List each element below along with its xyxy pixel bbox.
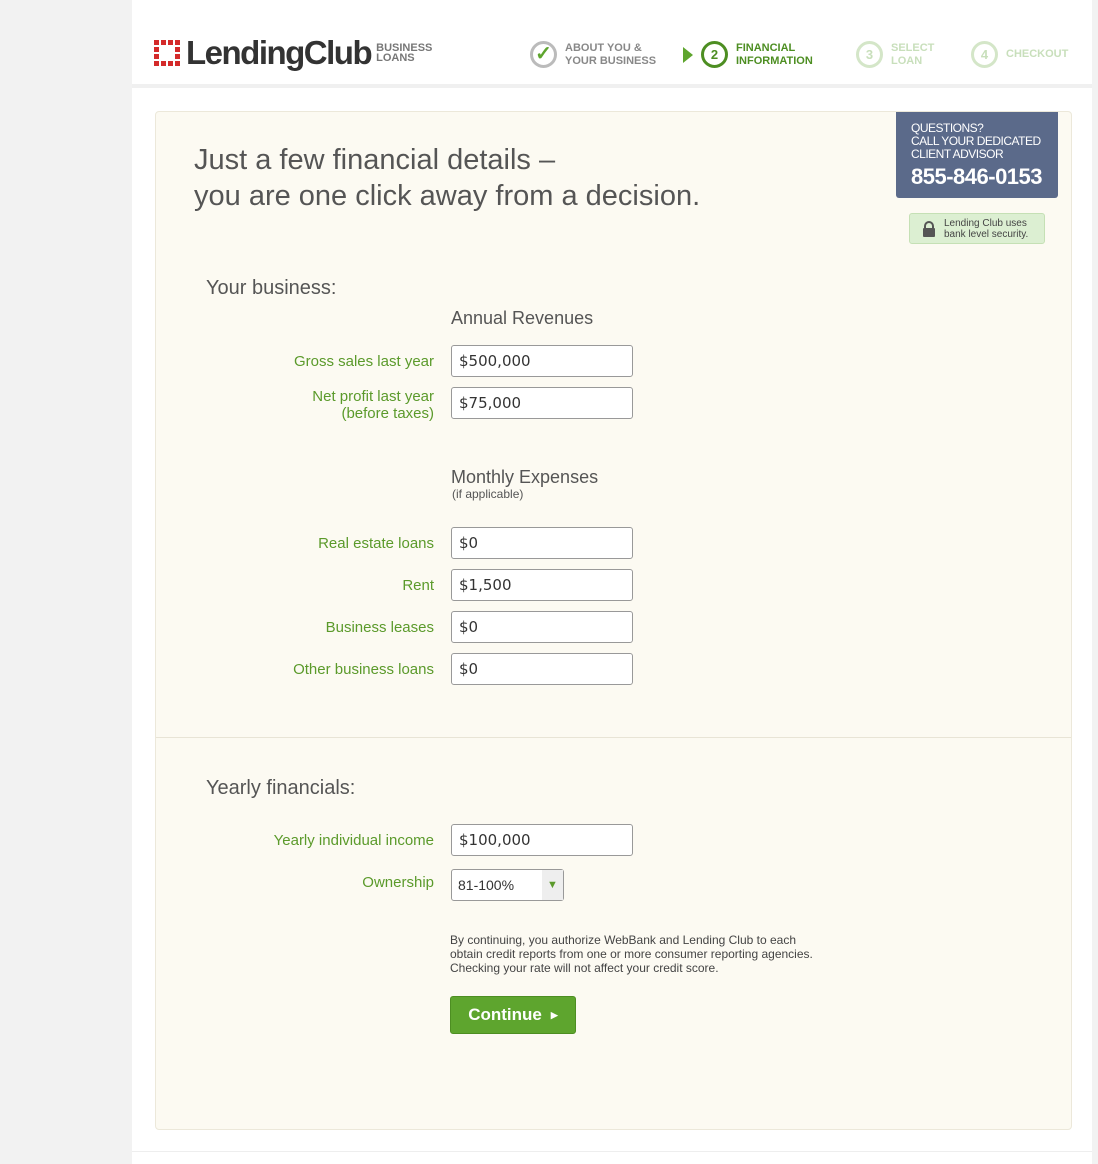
logo-grid-icon	[154, 40, 180, 66]
financial-form-panel: Just a few financial details – you are on…	[155, 111, 1072, 1130]
step-number: 4	[971, 41, 998, 68]
page: LendingClub BUSINESS LOANS ✓ ABOUT YOU & Y…	[132, 0, 1092, 1164]
chevron-down-icon: ▼	[542, 870, 563, 900]
business-leases-input[interactable]	[451, 611, 633, 643]
yearly-income-label: Yearly individual income	[273, 832, 434, 849]
check-icon: ✓	[530, 41, 557, 68]
step-about-you: ✓ ABOUT YOU & YOUR BUSINESS	[530, 41, 656, 68]
advisor-box: QUESTIONS? CALL YOUR DEDICATED CLIENT ADVI…	[896, 112, 1058, 198]
step-number: 2	[701, 41, 728, 68]
net-profit-input[interactable]	[451, 387, 633, 419]
ownership-label: Ownership	[362, 874, 434, 891]
business-leases-label: Business leases	[325, 619, 434, 636]
rent-label: Rent	[402, 577, 434, 594]
footer-divider	[132, 1151, 1092, 1152]
gross-sales-input[interactable]	[451, 345, 633, 377]
section-divider	[156, 737, 1071, 738]
page-title: Just a few financial details – you are on…	[194, 144, 701, 212]
step-select-loan: 3 SELECT LOAN	[856, 41, 934, 68]
real-estate-loans-input[interactable]	[451, 527, 633, 559]
logo-name: LendingClub	[186, 34, 373, 71]
advisor-phone[interactable]: 855-846-0153	[911, 164, 1043, 190]
step-financial-information: 2 FINANCIAL INFORMATION	[701, 41, 813, 68]
other-business-loans-label: Other business loans	[293, 661, 434, 678]
net-profit-label: Net profit last year (before taxes)	[312, 388, 434, 422]
step-number: 3	[856, 41, 883, 68]
arrow-right-icon: ▶	[550, 1009, 558, 1020]
logo-subtitle: BUSINESS LOANS	[376, 42, 433, 64]
header: LendingClub BUSINESS LOANS ✓ ABOUT YOU & Y…	[132, 0, 1092, 88]
expenses-note: (if applicable)	[452, 487, 524, 501]
lock-icon	[923, 220, 935, 237]
current-step-arrow-icon	[683, 47, 693, 63]
continue-button[interactable]: Continue ▶	[450, 996, 576, 1034]
rent-input[interactable]	[451, 569, 633, 601]
credit-authorization-text: By continuing, you authorize WebBank and…	[450, 933, 813, 975]
lendingclub-logo[interactable]: LendingClub BUSINESS LOANS	[154, 34, 432, 72]
monthly-expenses-heading: Monthly Expenses	[451, 467, 599, 487]
security-badge: Lending Club uses bank level security.	[909, 213, 1045, 244]
yearly-income-input[interactable]	[451, 824, 633, 856]
section-title-business: Your business:	[206, 277, 337, 299]
section-title-yearly: Yearly financials:	[206, 777, 356, 799]
step-checkout: 4 CHECKOUT	[971, 41, 1068, 68]
real-estate-loans-label: Real estate loans	[318, 535, 434, 552]
gross-sales-label: Gross sales last year	[293, 353, 434, 370]
annual-revenues-heading: Annual Revenues	[451, 308, 594, 328]
other-business-loans-input[interactable]	[451, 653, 633, 685]
ownership-select[interactable]: 81-100% ▼	[451, 869, 564, 901]
